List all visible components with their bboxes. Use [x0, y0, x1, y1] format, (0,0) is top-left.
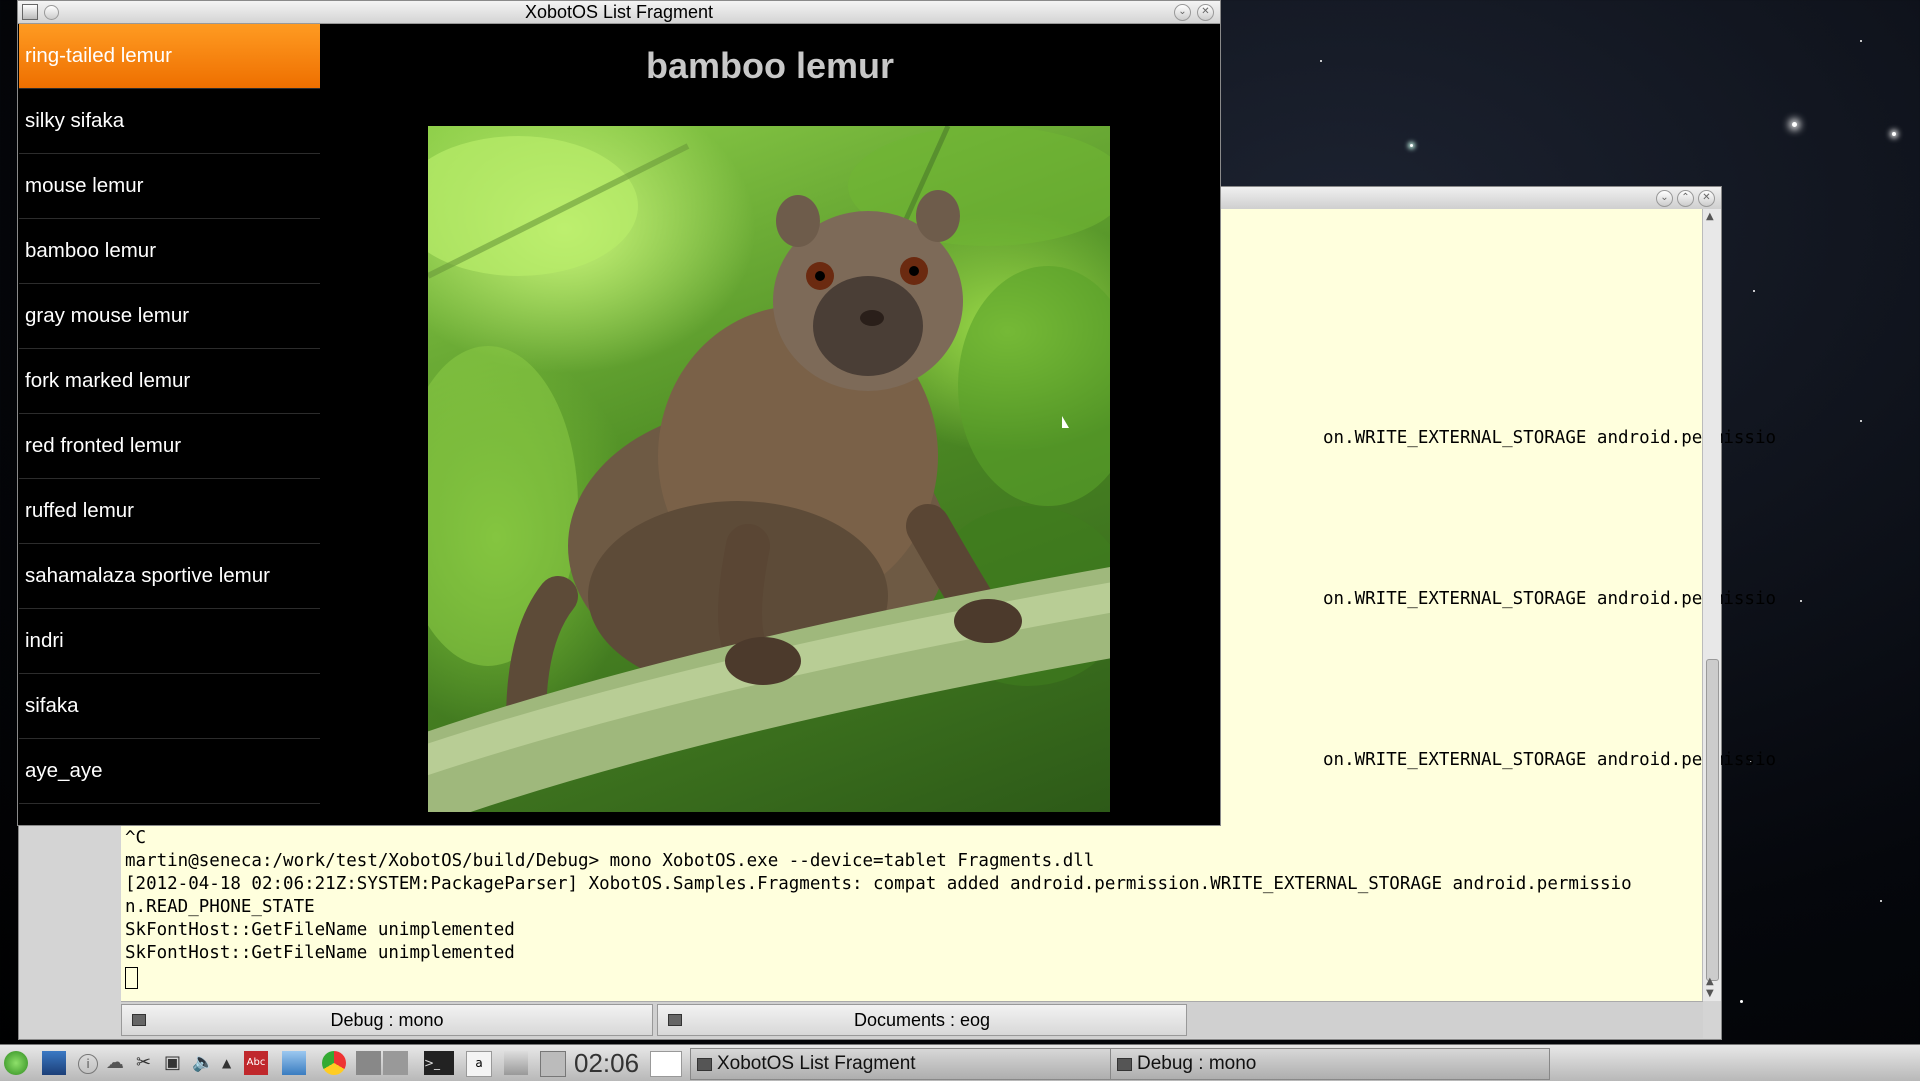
tray-arrow-icon[interactable]: ▲ — [222, 1051, 246, 1075]
tab-documents-eog[interactable]: Documents : eog — [657, 1004, 1187, 1036]
window-title: XobotOS List Fragment — [524, 2, 714, 22]
terminal-line: SkFontHost::GetFileName unimplemented — [125, 920, 515, 940]
app-titlebar[interactable]: XobotOS List Fragment ⌄ ✕ — [18, 1, 1220, 24]
star — [1800, 600, 1802, 602]
start-menu-icon[interactable] — [4, 1051, 28, 1075]
minimize-icon[interactable]: ⌄ — [1656, 190, 1673, 207]
list-item[interactable]: indri — [19, 609, 320, 674]
star — [1860, 40, 1862, 42]
star — [1320, 60, 1322, 62]
dictionary-icon[interactable]: Abc — [244, 1051, 268, 1075]
terminal-line: SkFontHost::GetFileName unimplemented — [125, 943, 515, 963]
list-item[interactable]: sifaka — [19, 674, 320, 739]
list-item[interactable]: silky sifaka — [19, 89, 320, 154]
lemur-photo — [428, 126, 1110, 812]
scroll-down-icon[interactable]: ▼ — [1706, 988, 1714, 999]
archive-icon[interactable] — [504, 1051, 528, 1075]
list-item[interactable]: ring-tailed lemur — [19, 24, 320, 89]
calculator-icon[interactable] — [540, 1051, 566, 1077]
taskbar: i ☁ ✂ ▣ 🔈 ▲ Abc >_ a 02:06 XobotOS List … — [0, 1044, 1920, 1081]
close-icon[interactable]: ✕ — [1197, 4, 1214, 21]
terminal-tab-icon — [132, 1014, 146, 1026]
xobotos-app-window[interactable]: XobotOS List Fragment ⌄ ✕ ring-tailed le… — [17, 0, 1221, 826]
text-editor-icon[interactable]: a — [466, 1051, 492, 1077]
star — [1860, 420, 1862, 422]
network-icon[interactable]: ☁ — [106, 1051, 130, 1075]
list-item[interactable]: mouse lemur — [19, 154, 320, 219]
clipboard-icon[interactable]: ▣ — [164, 1051, 188, 1075]
terminal-tab-bar: Debug : mono Documents : eog — [121, 1001, 1703, 1038]
desktop-icon[interactable] — [42, 1051, 66, 1075]
terminal-cursor — [125, 967, 138, 989]
star — [1740, 1000, 1743, 1003]
show-desktop-icon[interactable] — [650, 1051, 682, 1077]
star — [1892, 132, 1896, 136]
terminal-line: ^C — [125, 828, 147, 848]
list-item[interactable]: bamboo lemur — [19, 219, 320, 284]
detail-title: bamboo lemur — [645, 45, 895, 86]
scissors-icon[interactable]: ✂ — [136, 1051, 160, 1075]
bamboo-lemur-illustration — [428, 126, 1110, 812]
task-debug-mono[interactable]: Debug : mono — [1110, 1048, 1550, 1080]
terminal-icon — [1117, 1058, 1132, 1071]
mouse-pointer-icon — [1062, 416, 1069, 428]
terminal-tab-icon — [668, 1014, 682, 1026]
scroll-up-small-icon[interactable]: ▲ — [1706, 976, 1714, 987]
minimize-icon[interactable]: ⌄ — [1174, 4, 1191, 21]
list-item[interactable]: ruffed lemur — [19, 479, 320, 544]
chrome-icon[interactable] — [322, 1051, 346, 1075]
task-label: Debug : mono — [1137, 1053, 1257, 1074]
scrollbar-thumb[interactable] — [1706, 659, 1719, 981]
workspace-switcher-icon[interactable] — [356, 1051, 408, 1075]
star — [1880, 900, 1882, 902]
terminal-icon[interactable]: >_ — [424, 1051, 454, 1075]
star — [1410, 144, 1413, 147]
info-icon[interactable]: i — [78, 1054, 98, 1074]
tab-label: Debug : mono — [330, 1010, 444, 1030]
lemur-list[interactable]: ring-tailed lemur silky sifaka mouse lem… — [19, 24, 320, 824]
task-label: XobotOS List Fragment — [717, 1053, 916, 1074]
task-xobotos-list-fragment[interactable]: XobotOS List Fragment — [690, 1048, 1130, 1080]
terminal-line: martin@seneca:/work/test/XobotOS/build/D… — [125, 851, 1095, 871]
star — [1753, 290, 1755, 292]
scroll-up-icon[interactable]: ▲ — [1706, 211, 1714, 222]
tab-debug-mono[interactable]: Debug : mono — [121, 1004, 653, 1036]
volume-icon[interactable]: 🔈 — [192, 1051, 216, 1075]
maximize-icon[interactable]: ⌃ — [1677, 190, 1694, 207]
clock[interactable]: 02:06 — [574, 1048, 639, 1078]
list-item[interactable]: fork marked lemur — [19, 349, 320, 414]
star — [1792, 122, 1797, 127]
file-manager-icon[interactable] — [282, 1051, 306, 1075]
list-item[interactable]: red fronted lemur — [19, 414, 320, 479]
list-item[interactable]: aye_aye — [19, 739, 320, 804]
list-item[interactable]: sahamalaza sportive lemur — [19, 544, 320, 609]
list-item[interactable]: gray mouse lemur — [19, 284, 320, 349]
close-icon[interactable]: ✕ — [1698, 190, 1715, 207]
tab-label: Documents : eog — [853, 1010, 991, 1030]
terminal-line: n.READ_PHONE_STATE — [125, 897, 315, 917]
terminal-line: [2012-04-18 02:06:21Z:SYSTEM:PackagePars… — [125, 874, 1632, 894]
window-icon — [697, 1058, 712, 1071]
terminal-scrollbar[interactable]: ▲ ▲ ▼ — [1702, 209, 1721, 1001]
